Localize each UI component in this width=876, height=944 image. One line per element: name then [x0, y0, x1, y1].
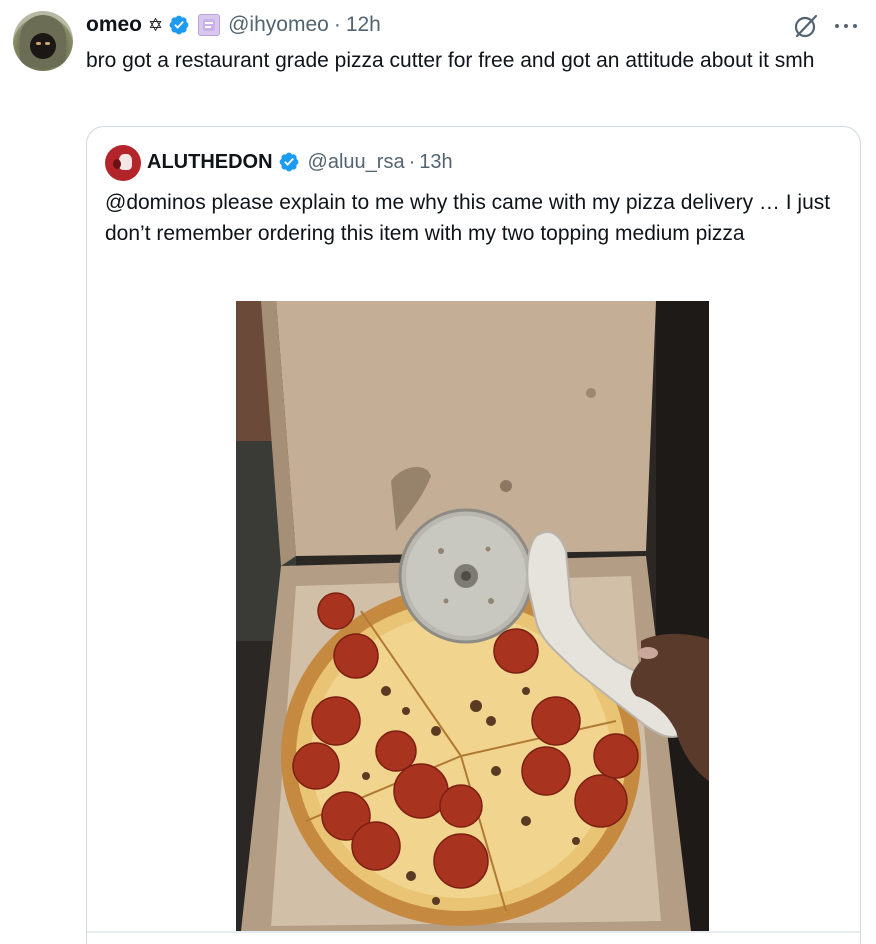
quoted-avatar-figure	[119, 154, 132, 170]
pizza-photo-illustration	[236, 301, 709, 931]
quoted-text: @dominos please explain to me why this c…	[105, 191, 831, 245]
separator-dot: ·	[408, 150, 416, 173]
grok-icon[interactable]	[792, 12, 820, 40]
tweet-header: omeo ✡ @ihyomeo · 12h	[86, 10, 381, 40]
avatar-face	[30, 33, 56, 59]
divider	[87, 931, 860, 933]
quoted-avatar-figure	[113, 159, 121, 169]
tweet-text: bro got a restaurant grade pizza cutter …	[86, 49, 815, 72]
avatar-eye	[45, 42, 50, 45]
verified-badge-icon[interactable]	[168, 14, 190, 36]
avatar[interactable]	[13, 11, 73, 71]
quoted-avatar[interactable]	[105, 145, 141, 181]
separator-dot: ·	[333, 13, 341, 36]
more-dot	[835, 24, 839, 28]
avatar-eye	[36, 42, 41, 45]
timestamp[interactable]: 12h	[346, 13, 381, 37]
more-icon[interactable]	[832, 12, 860, 40]
quoted-tweet[interactable]: ALUTHEDON @aluu_rsa · 13h @dominos pleas…	[86, 126, 861, 944]
author-name[interactable]: omeo	[86, 13, 142, 37]
quoted-header: ALUTHEDON @aluu_rsa · 13h	[147, 147, 453, 177]
more-dot	[844, 24, 848, 28]
tweet: omeo ✡ @ihyomeo · 12h bro got a restaura…	[0, 0, 876, 944]
more-dot	[853, 24, 857, 28]
quoted-author-handle[interactable]: @aluu_rsa	[308, 151, 405, 174]
verified-badge-icon[interactable]	[278, 151, 300, 173]
quoted-timestamp[interactable]: 13h	[419, 151, 452, 174]
author-handle[interactable]: @ihyomeo	[228, 13, 329, 37]
affiliate-badge-icon[interactable]	[198, 14, 221, 36]
name-emoji: ✡	[148, 14, 164, 35]
quoted-author-name[interactable]: ALUTHEDON	[147, 151, 273, 174]
pizza-photo[interactable]	[236, 301, 709, 931]
